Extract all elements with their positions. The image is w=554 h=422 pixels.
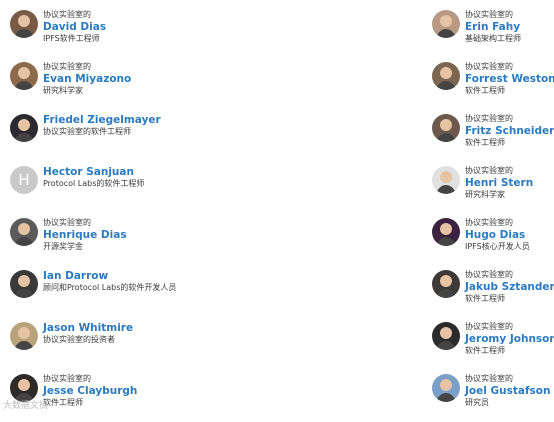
member-name-link[interactable]: Jesse Clayburgh (43, 384, 137, 398)
avatar[interactable] (432, 270, 460, 298)
member-name-link[interactable]: Fritz Schneider (465, 124, 554, 138)
member-company: 协议实验室的 (465, 270, 513, 279)
member-company: 协议实验室的 (465, 62, 513, 71)
member-name-link[interactable]: David Dias (43, 20, 106, 34)
member-text: 协议实验室的 Forrest Weston 软件工程师 (465, 62, 554, 96)
team-member-card[interactable]: 协议实验室的 Jeromy Johnson 软件工程师 (432, 322, 554, 370)
member-text: 协议实验室的 Evan Miyazono 研究科学家 (43, 62, 131, 96)
member-company: 协议实验室的 (465, 218, 513, 227)
member-role: 协议实验室的投资者 (43, 335, 115, 344)
member-text: 协议实验室的 Erin Fahy 基础架构工程师 (465, 10, 521, 44)
team-member-card[interactable]: H Hector Sanjuan Protocol Labs的软件工程师 (10, 166, 210, 214)
team-member-card[interactable]: 协议实验室的 David Dias IPFS软件工程师 (10, 10, 210, 58)
avatar[interactable] (432, 114, 460, 142)
team-member-card[interactable]: 协议实验室的 Evan Miyazono 研究科学家 (10, 62, 210, 110)
member-company: 协议实验室的 (43, 62, 91, 71)
avatar[interactable] (432, 218, 460, 246)
member-text: 协议实验室的 Hugo Dias IPFS核心开发人员 (465, 218, 530, 252)
member-role: 软件工程师 (465, 294, 505, 303)
avatar[interactable] (432, 374, 460, 402)
member-name-link[interactable]: Jakub Sztandera (465, 280, 554, 294)
avatar[interactable] (10, 114, 38, 142)
member-company: 协议实验室的 (43, 374, 91, 383)
member-role: Protocol Labs的软件工程师 (43, 179, 145, 188)
member-company: 协议实验室的 (465, 114, 513, 123)
member-name-link[interactable]: Henri Stern (465, 176, 533, 190)
member-role: 软件工程师 (465, 138, 505, 147)
member-role: 软件工程师 (465, 346, 505, 355)
team-member-card[interactable]: 协议实验室的 Forrest Weston 软件工程师 (432, 62, 554, 110)
team-member-card[interactable]: 协议实验室的 Erin Fahy 基础架构工程师 (432, 10, 554, 58)
member-company: 协议实验室的 (43, 10, 91, 19)
team-member-card[interactable]: 协议实验室的 Henri Stern 研究科学家 (432, 166, 554, 214)
member-text: 协议实验室的 David Dias IPFS软件工程师 (43, 10, 106, 44)
avatar[interactable] (10, 62, 38, 90)
member-text: 协议实验室的 Henri Stern 研究科学家 (465, 166, 533, 200)
member-text: Ian Darrow 顾问和Protocol Labs的软件开发人员 (43, 269, 176, 293)
member-name-link[interactable]: Jeromy Johnson (465, 332, 554, 346)
member-text: 协议实验室的 Jesse Clayburgh 软件工程师 (43, 374, 137, 408)
member-role: 开源奖学金 (43, 242, 83, 251)
member-text: 协议实验室的 Jakub Sztandera 软件工程师 (465, 270, 554, 304)
member-company: 协议实验室的 (465, 374, 513, 383)
avatar[interactable]: H (10, 166, 38, 194)
member-name-link[interactable]: Jason Whitmire (43, 321, 133, 335)
member-role: 顾问和Protocol Labs的软件开发人员 (43, 283, 177, 292)
team-member-card[interactable]: Ian Darrow 顾问和Protocol Labs的软件开发人员 (10, 270, 210, 318)
team-member-card[interactable]: 协议实验室的 Joel Gustafson 研究员 (432, 374, 554, 422)
member-role: 协议实验室的软件工程师 (43, 127, 131, 136)
member-role: 研究科学家 (465, 190, 505, 199)
avatar[interactable] (10, 10, 38, 38)
avatar[interactable] (10, 270, 38, 298)
team-member-card[interactable]: 协议实验室的 Hugo Dias IPFS核心开发人员 (432, 218, 554, 266)
member-text: 协议实验室的 Joel Gustafson 研究员 (465, 374, 550, 408)
avatar[interactable] (432, 10, 460, 38)
member-role: 研究员 (465, 398, 489, 407)
avatar[interactable] (432, 62, 460, 90)
avatar[interactable] (432, 322, 460, 350)
avatar-letter: H (18, 171, 30, 189)
member-name-link[interactable]: Forrest Weston (465, 72, 554, 86)
member-text: Jason Whitmire 协议实验室的投资者 (43, 321, 133, 345)
team-member-card[interactable]: Friedel Ziegelmayer 协议实验室的软件工程师 (10, 114, 210, 162)
avatar[interactable] (432, 166, 460, 194)
member-role: 软件工程师 (43, 398, 83, 407)
member-name-link[interactable]: Joel Gustafson (465, 384, 550, 398)
team-member-card[interactable]: Jason Whitmire 协议实验室的投资者 (10, 322, 210, 370)
watermark: 大数据文摘 (3, 401, 49, 411)
member-company: 协议实验室的 (465, 322, 513, 331)
member-name-link[interactable]: Evan Miyazono (43, 72, 131, 86)
member-text: Friedel Ziegelmayer 协议实验室的软件工程师 (43, 113, 161, 137)
team-member-card[interactable]: 协议实验室的 Henrique Dias 开源奖学金 (10, 218, 210, 266)
member-name-link[interactable]: Ian Darrow (43, 269, 176, 283)
member-role: 研究科学家 (43, 86, 83, 95)
member-name-link[interactable]: Hector Sanjuan (43, 165, 144, 179)
avatar[interactable] (10, 322, 38, 350)
member-company: 协议实验室的 (465, 166, 513, 175)
member-text: 协议实验室的 Jeromy Johnson 软件工程师 (465, 322, 554, 356)
member-role: 软件工程师 (465, 86, 505, 95)
member-text: 协议实验室的 Fritz Schneider 软件工程师 (465, 114, 554, 148)
avatar[interactable] (10, 218, 38, 246)
member-text: 协议实验室的 Henrique Dias 开源奖学金 (43, 218, 127, 252)
member-company: 协议实验室的 (465, 10, 513, 19)
member-name-link[interactable]: Henrique Dias (43, 228, 127, 242)
member-role: 基础架构工程师 (465, 34, 521, 43)
team-member-card[interactable]: 协议实验室的 Fritz Schneider 软件工程师 (432, 114, 554, 162)
member-text: Hector Sanjuan Protocol Labs的软件工程师 (43, 165, 144, 189)
member-name-link[interactable]: Hugo Dias (465, 228, 530, 242)
member-company: 协议实验室的 (43, 218, 91, 227)
member-name-link[interactable]: Friedel Ziegelmayer (43, 113, 161, 127)
member-role: IPFS核心开发人员 (465, 242, 530, 251)
member-role: IPFS软件工程师 (43, 34, 100, 43)
team-member-card[interactable]: 协议实验室的 Jakub Sztandera 软件工程师 (432, 270, 554, 318)
member-name-link[interactable]: Erin Fahy (465, 20, 521, 34)
